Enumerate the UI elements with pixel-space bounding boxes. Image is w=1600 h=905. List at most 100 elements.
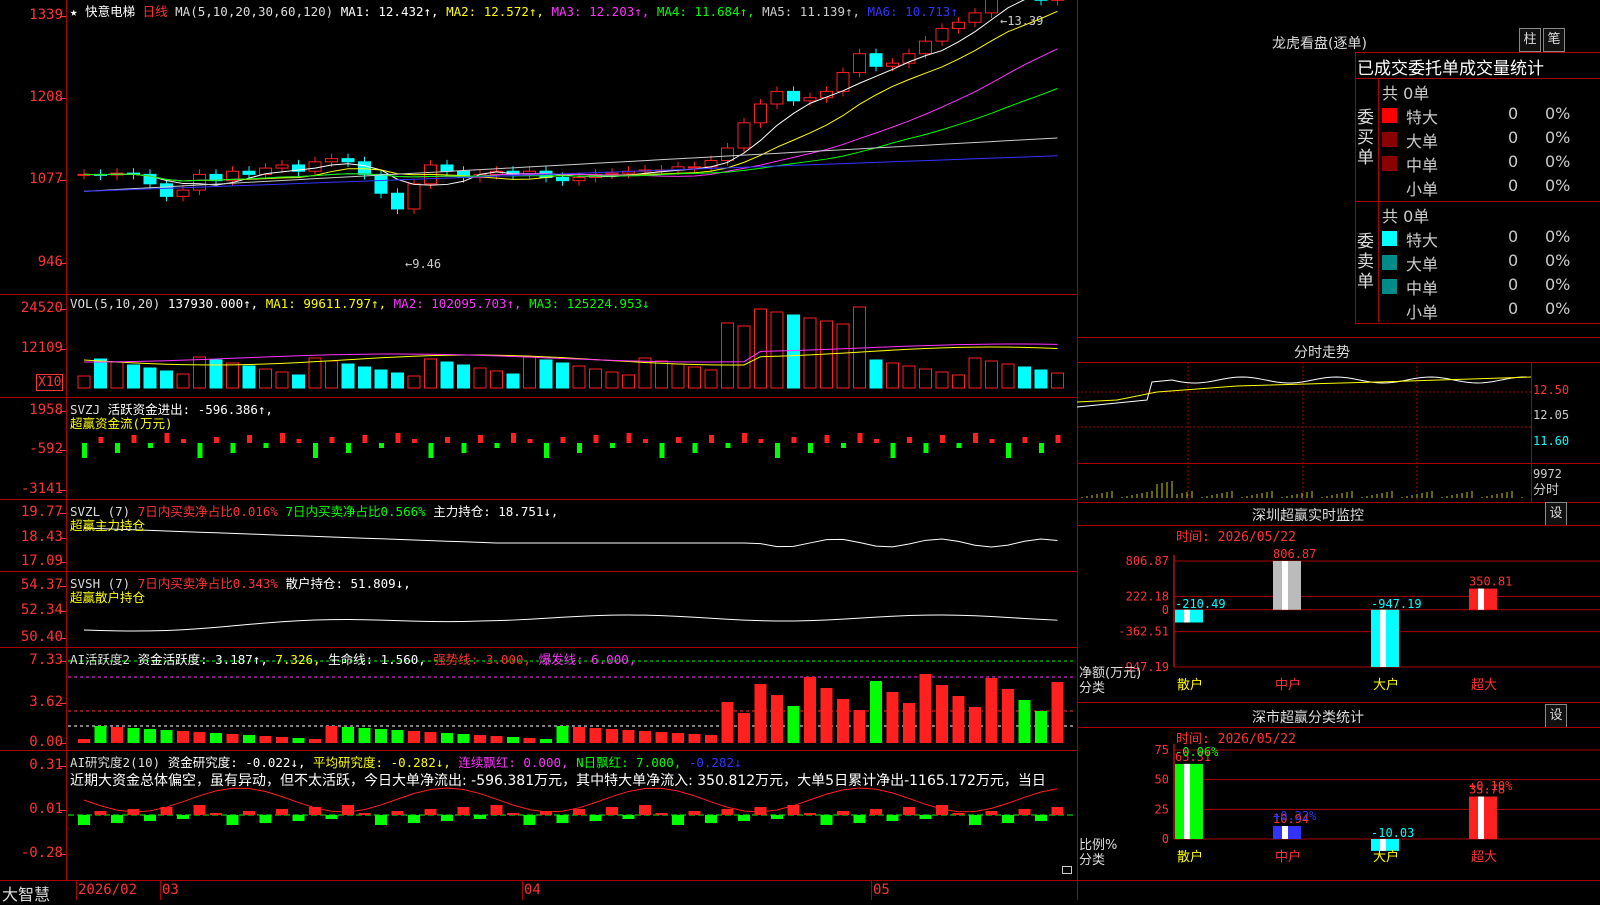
ma-line-5 (84, 0, 1058, 185)
svzj-bar (82, 443, 87, 458)
bar-highlight (1282, 826, 1288, 839)
volume-bar (491, 371, 503, 388)
svzj-bar (379, 443, 384, 448)
svzj-bar (940, 435, 945, 443)
svzj-bar (825, 435, 830, 443)
ai1-ytick: 7.33 (0, 652, 63, 668)
ytick: 806.87 (1126, 554, 1169, 568)
ai2-bar (392, 811, 404, 815)
classify-settings-button[interactable]: 设 (1545, 704, 1567, 728)
ai2-bar (920, 815, 932, 819)
ai1-bar (144, 729, 156, 743)
ai1-bar (425, 732, 437, 743)
bar-highlight (1184, 610, 1190, 623)
svzj-bar (577, 443, 582, 453)
ai1-ytick: 3.62 (0, 694, 63, 710)
buy-row-percent: 0% (1545, 128, 1570, 147)
tick-mode-button[interactable]: 笔 (1543, 28, 1565, 52)
sell-swatch (1382, 255, 1397, 270)
ytick: 0 (1162, 832, 1169, 846)
sell-orders-label: 委卖单 (1357, 232, 1375, 292)
svzj-bar (198, 443, 203, 458)
volume-bar (1052, 373, 1064, 388)
ai2-bar (441, 815, 453, 821)
ai2-bar (359, 813, 371, 815)
svzj-bar (759, 439, 764, 443)
fenshi-unit: 分时 (1533, 483, 1559, 498)
ai1-bar (95, 726, 107, 743)
buy-swatch (1382, 132, 1397, 147)
candle (408, 184, 420, 209)
ai1-bar (78, 739, 90, 743)
bar-value-label: 350.81 (1469, 575, 1512, 589)
ai1-bar (326, 726, 338, 743)
sell-row-label: 特大 (1406, 227, 1438, 251)
ai1-bar (656, 732, 668, 743)
bar-mode-button[interactable]: 柱 (1519, 28, 1541, 52)
buy-row-label: 中单 (1406, 152, 1438, 176)
ai2-bar (95, 811, 107, 815)
ai2-bar (771, 815, 783, 819)
dragon-tabs[interactable]: 已成交委托单成交量统计 (1357, 54, 1600, 79)
svzj-bar (709, 435, 714, 443)
bar-value-label: -947.19 (1371, 597, 1422, 611)
svzj-bar (528, 439, 533, 443)
svsh-ytick: 54.37 (0, 577, 63, 593)
volume-bar (243, 366, 255, 388)
ma-line-10 (84, 11, 1058, 181)
intraday-chart[interactable]: 12.5012.0511.609972分时 (1077, 362, 1600, 502)
svzj-bar (643, 439, 648, 443)
buy-row-percent: 0% (1545, 152, 1570, 171)
ai1-bar (788, 706, 800, 743)
ma-line-30 (84, 89, 1058, 182)
buy-row-value: 0 (1508, 152, 1518, 171)
ai1-header: AI活跃度2 资金活跃度: 3.187↑, 7.326, 生命线: 1.560,… (70, 649, 636, 668)
volume-bar (771, 312, 783, 388)
candle (276, 165, 288, 168)
ai2-bar (854, 815, 866, 823)
buy-swatch (1382, 156, 1397, 171)
svzj-bar (1056, 435, 1061, 443)
volume-bar (326, 361, 338, 388)
vol-unit: X10 (36, 374, 63, 391)
volume-bar (78, 376, 90, 388)
volume-bar (293, 375, 305, 388)
ylabel: 净额(万元) (1079, 666, 1141, 681)
volume-bar (408, 376, 420, 388)
kline-ytick: 1339 (0, 7, 63, 23)
buy-row-label: 小单 (1406, 176, 1438, 200)
category-label: 大户 (1373, 677, 1399, 693)
volume-bar (722, 323, 734, 388)
classify-chart[interactable]: 755025063.3110.94-10.0335.78散户中户大户超大比例%分… (1077, 742, 1600, 900)
ytick: 0 (1162, 603, 1169, 617)
candle (359, 162, 371, 175)
candle (243, 171, 255, 174)
ai1-bar (606, 729, 618, 743)
candle (738, 123, 750, 148)
ai1-bar (705, 735, 717, 743)
buy-row-label: 大单 (1406, 128, 1438, 152)
ai2-bar (590, 815, 602, 821)
svzj-bar (445, 437, 450, 443)
ai2-bar (887, 815, 899, 821)
kline-chart[interactable]: ←13.39←9.46 (0, 0, 1077, 880)
svzj-bar (924, 443, 929, 453)
ai2-bar (293, 815, 305, 821)
volume-bar (1019, 367, 1031, 388)
volume-bar (260, 369, 272, 388)
monitor-chart[interactable]: 806.87222.180-362.51-947.19-210.49806.87… (1077, 540, 1600, 702)
ai2-bar (656, 813, 668, 815)
ai2-bar (177, 815, 189, 819)
svsh-sub: 超赢散户持仓 (70, 587, 145, 606)
buy-total: 共 0单 (1382, 80, 1429, 104)
ai1-bar (243, 735, 255, 743)
volume-bar (837, 324, 849, 388)
volume-bar (887, 363, 899, 388)
ai1-bar (293, 738, 305, 743)
kline-ytick: 946 (0, 254, 63, 270)
ai1-bar (458, 734, 470, 743)
ai2-bar (194, 805, 206, 815)
monitor-settings-button[interactable]: 设 (1545, 502, 1567, 526)
svzj-bar (660, 443, 665, 458)
sell-row-value: 0 (1508, 299, 1518, 318)
